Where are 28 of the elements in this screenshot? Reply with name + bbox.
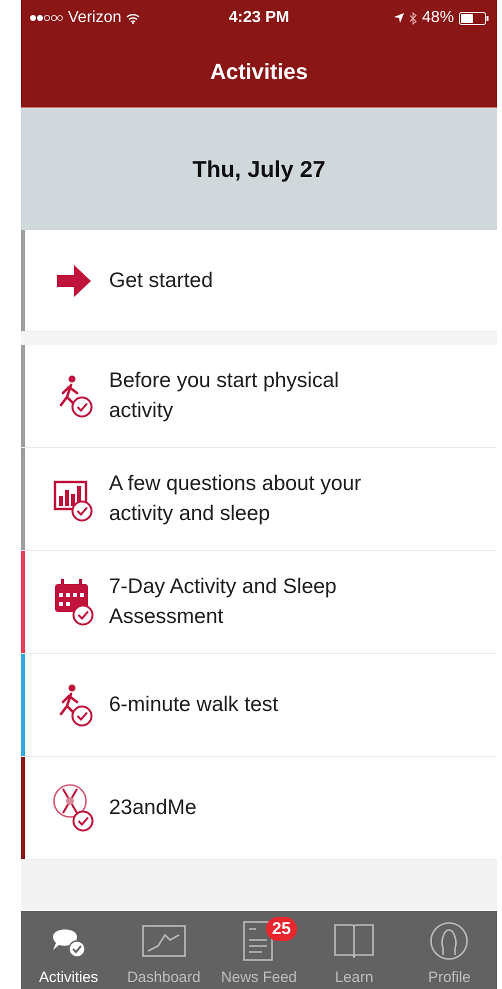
activity-title: Before you start physical activity: [109, 368, 340, 424]
activity-item[interactable]: 23andMe: [21, 757, 497, 860]
status-time: 4:23 PM: [228, 9, 290, 27]
activity-title: A few questions about your activity and sleep: [109, 471, 362, 527]
battery-icon: [459, 12, 489, 24]
date-text: Thu, July 27: [192, 156, 326, 182]
activity-item[interactable]: 6-minute walk test: [21, 654, 497, 757]
carrier-name: Verizon: [68, 9, 122, 27]
activity-title: 23andMe: [109, 795, 198, 821]
battery-percent: 48%: [422, 9, 454, 27]
activity-item[interactable]: A few questions about your activity and sleep: [21, 448, 497, 551]
signal-icon: [29, 14, 63, 22]
book-icon: [333, 922, 376, 960]
notification-badge: 25: [266, 917, 297, 941]
activity-item[interactable]: 7-Day Activity and Sleep Assessment: [21, 551, 497, 654]
location-icon: [394, 13, 404, 23]
tab-item[interactable]: Activities: [24, 915, 114, 989]
activity-title: 6-minute walk test: [109, 692, 280, 718]
activity-item[interactable]: Before you start physical activity: [21, 345, 497, 448]
screen-title: Activities: [210, 58, 308, 84]
line-chart-icon: [140, 923, 187, 959]
bluetooth-icon: [408, 12, 417, 24]
activity-item[interactable]: Get started: [21, 230, 497, 332]
tab-item[interactable]: 25 News Feed: [214, 915, 304, 989]
profile-icon: [429, 921, 470, 961]
activity-title: Get started: [109, 268, 214, 294]
activity-title: 7-Day Activity and Sleep Assessment: [109, 574, 338, 630]
wifi-icon: [126, 12, 140, 24]
